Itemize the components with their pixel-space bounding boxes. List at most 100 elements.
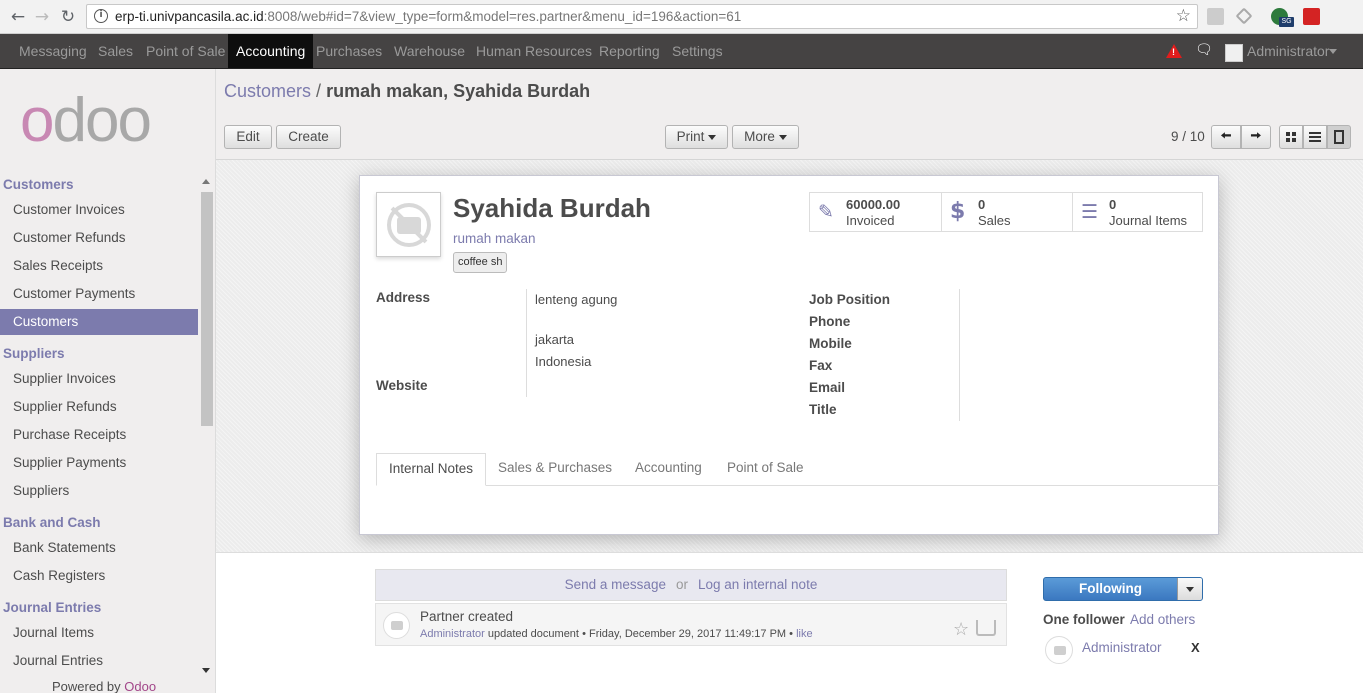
sidebar-item-customer-invoices[interactable]: Customer Invoices bbox=[0, 197, 198, 223]
separator: • bbox=[582, 628, 586, 640]
following-dropdown-toggle[interactable] bbox=[1177, 578, 1202, 600]
list-view-button[interactable] bbox=[1303, 125, 1327, 149]
sidebar-item-supplier-refunds[interactable]: Supplier Refunds bbox=[0, 394, 198, 420]
sidebar-item-sales-receipts[interactable]: Sales Receipts bbox=[0, 253, 198, 279]
address-bar[interactable]: i erp-ti.univpancasila.ac.id:8008/web#id… bbox=[86, 4, 1198, 29]
menu-point-of-sale[interactable]: Point of Sale bbox=[138, 34, 233, 68]
follower-name-link[interactable]: Administrator bbox=[1082, 640, 1162, 655]
sidebar-item-bank-statements[interactable]: Bank Statements bbox=[0, 535, 198, 561]
sidebar-item-purchase-receipts[interactable]: Purchase Receipts bbox=[0, 422, 198, 448]
bookmark-star-icon[interactable]: ☆ bbox=[1176, 6, 1191, 26]
scroll-up-icon[interactable] bbox=[202, 179, 210, 184]
tab-point-of-sale[interactable]: Point of Sale bbox=[715, 453, 816, 486]
following-button[interactable]: Following bbox=[1043, 577, 1203, 601]
edit-button[interactable]: Edit bbox=[224, 125, 272, 149]
author-avatar[interactable] bbox=[383, 612, 410, 639]
partner-image-placeholder[interactable] bbox=[376, 192, 441, 257]
parent-company-link[interactable]: rumah makan bbox=[453, 231, 536, 246]
pager-next-button[interactable]: 🠪 bbox=[1241, 125, 1271, 149]
kanban-view-button[interactable] bbox=[1279, 125, 1303, 149]
city-value: jakarta bbox=[535, 332, 575, 347]
odoo-logo[interactable]: odoo bbox=[20, 86, 152, 156]
back-icon[interactable]: ← bbox=[8, 7, 28, 27]
sidebar-item-customer-refunds[interactable]: Customer Refunds bbox=[0, 225, 198, 251]
sidebar-item-cash-registers[interactable]: Cash Registers bbox=[0, 563, 198, 589]
star-icon[interactable]: ☆ bbox=[953, 619, 969, 640]
sales-stat-button[interactable]: $ 0 Sales bbox=[941, 193, 1072, 231]
menu-reporting[interactable]: Reporting bbox=[591, 34, 668, 68]
street-value: lenteng agung bbox=[535, 292, 618, 307]
message-meta: Administrator updated document • Friday,… bbox=[420, 628, 813, 640]
inbox-icon[interactable] bbox=[976, 620, 996, 636]
remove-follower-button[interactable]: X bbox=[1191, 640, 1200, 655]
more-button[interactable]: More bbox=[732, 125, 799, 149]
extension-icon[interactable] bbox=[1207, 8, 1224, 25]
following-label[interactable]: Following bbox=[1044, 578, 1177, 600]
reload-icon[interactable]: ↻ bbox=[58, 7, 78, 27]
print-button[interactable]: Print bbox=[665, 125, 728, 149]
add-followers-link[interactable]: Add others bbox=[1130, 612, 1195, 627]
journal-items-label: Journal Items bbox=[1109, 213, 1188, 228]
sidebar-item-journal-entries[interactable]: Journal Entries bbox=[0, 648, 198, 674]
sidebar-item-supplier-invoices[interactable]: Supplier Invoices bbox=[0, 366, 198, 392]
scroll-down-icon[interactable] bbox=[202, 668, 210, 673]
tab-accounting[interactable]: Accounting bbox=[623, 453, 714, 486]
form-view-button[interactable] bbox=[1327, 125, 1351, 149]
pager-value[interactable]: 9 / 10 bbox=[1171, 129, 1205, 144]
chevron-down-icon bbox=[778, 134, 787, 140]
grid-icon bbox=[1286, 132, 1290, 136]
separator: • bbox=[789, 628, 793, 640]
sidebar-item-customers[interactable]: Customers bbox=[0, 309, 198, 335]
log-note-link[interactable]: Log an internal note bbox=[698, 577, 817, 592]
menu-sales[interactable]: Sales bbox=[90, 34, 141, 68]
chevron-down-icon[interactable] bbox=[1329, 49, 1337, 54]
sidebar-section-journal-entries[interactable]: Journal Entries bbox=[3, 600, 101, 615]
edit-icon: ✎ bbox=[818, 201, 834, 223]
extension-diamond-icon[interactable] bbox=[1235, 7, 1253, 25]
user-avatar[interactable] bbox=[1225, 44, 1243, 62]
url-text[interactable]: erp-ti.univpancasila.ac.id:8008/web#id=7… bbox=[115, 9, 741, 24]
info-icon[interactable]: i bbox=[94, 9, 108, 23]
smart-buttons: ✎ 60000.00 Invoiced $ 0 Sales ☰ 0 Journa… bbox=[809, 192, 1203, 232]
pager-previous-button[interactable]: 🠨 bbox=[1211, 125, 1241, 149]
sidebar-section-suppliers[interactable]: Suppliers bbox=[3, 346, 65, 361]
sidebar-section-bank-and-cash[interactable]: Bank and Cash bbox=[3, 515, 101, 530]
sidebar-item-journal-items[interactable]: Journal Items bbox=[0, 620, 198, 646]
sidebar-item-customer-payments[interactable]: Customer Payments bbox=[0, 281, 198, 307]
sidebar-item-suppliers[interactable]: Suppliers bbox=[0, 478, 198, 504]
sidebar-item-supplier-payments[interactable]: Supplier Payments bbox=[0, 450, 198, 476]
menu-warehouse[interactable]: Warehouse bbox=[386, 34, 473, 68]
user-menu[interactable]: Administrator bbox=[1247, 34, 1329, 68]
category-tag[interactable]: coffee sh bbox=[453, 252, 508, 273]
divider bbox=[959, 289, 960, 421]
warning-icon[interactable]: ! bbox=[1166, 44, 1182, 58]
tab-sales-purchases[interactable]: Sales & Purchases bbox=[486, 453, 624, 486]
extension-pdf-icon[interactable] bbox=[1303, 8, 1320, 25]
invoiced-value: 60000.00 bbox=[846, 197, 901, 212]
sidebar-scrollbar[interactable] bbox=[201, 192, 213, 426]
menu-human-resources[interactable]: Human Resources bbox=[468, 34, 600, 68]
message-item: Partner created Administrator updated do… bbox=[375, 603, 1007, 646]
message-author-link[interactable]: Administrator bbox=[420, 628, 485, 640]
message-date: Friday, December 29, 2017 11:49:17 PM bbox=[588, 628, 787, 640]
sidebar: odoo Customers Customer Invoices Custome… bbox=[0, 69, 216, 693]
powered-by-link[interactable]: Odoo bbox=[124, 679, 156, 693]
menu-accounting[interactable]: Accounting bbox=[228, 34, 314, 68]
chevron-down-icon bbox=[708, 134, 717, 140]
journal-items-stat-button[interactable]: ☰ 0 Journal Items bbox=[1072, 193, 1203, 231]
form-icon bbox=[1334, 130, 1344, 144]
menu-messaging[interactable]: Messaging bbox=[11, 34, 95, 68]
forward-icon[interactable]: → bbox=[32, 7, 52, 27]
like-link[interactable]: like bbox=[796, 628, 813, 640]
menu-purchases[interactable]: Purchases bbox=[308, 34, 390, 68]
breadcrumb-customers[interactable]: Customers bbox=[224, 81, 311, 101]
menu-settings[interactable]: Settings bbox=[664, 34, 731, 68]
sidebar-section-customers[interactable]: Customers bbox=[3, 177, 74, 192]
tab-internal-notes[interactable]: Internal Notes bbox=[376, 453, 487, 486]
phone-label: Phone bbox=[809, 314, 851, 329]
invoiced-stat-button[interactable]: ✎ 60000.00 Invoiced bbox=[810, 193, 941, 231]
create-button[interactable]: Create bbox=[276, 125, 341, 149]
message-action: updated document bbox=[487, 628, 579, 640]
chat-icon[interactable]: 🗨 bbox=[1195, 42, 1213, 58]
send-message-link[interactable]: Send a message bbox=[565, 577, 666, 592]
